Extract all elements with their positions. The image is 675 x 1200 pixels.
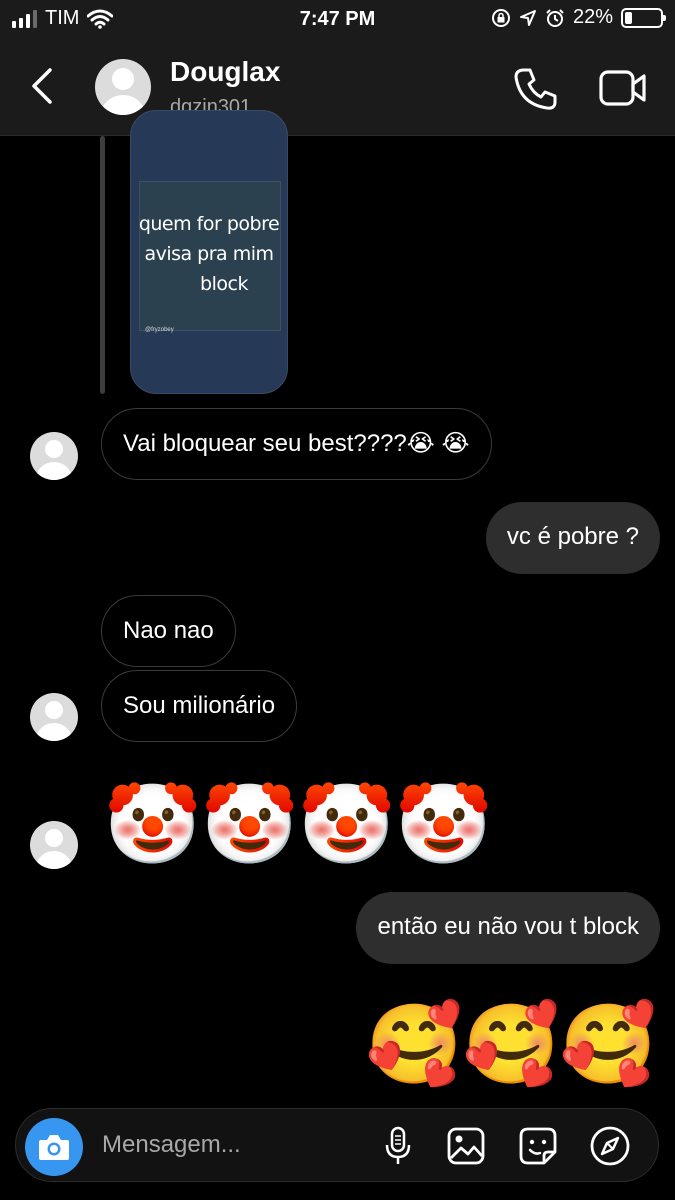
story-text: quem for pobre avisa pra mim block	[131, 209, 287, 299]
alarm-icon	[546, 8, 564, 27]
incoming-message[interactable]: Nao nao	[101, 595, 236, 667]
chevron-left-icon[interactable]	[28, 66, 58, 106]
camera-button[interactable]	[25, 1118, 83, 1176]
contact-name[interactable]: Douglax	[170, 56, 280, 88]
sticker-icon	[519, 1127, 557, 1165]
incoming-message[interactable]: Sou milionário	[101, 670, 298, 742]
incoming-message[interactable]: Vai bloquear seu best????😭 😭	[101, 408, 492, 480]
avatar[interactable]	[30, 693, 78, 741]
sticker-button[interactable]	[516, 1125, 560, 1167]
avatar[interactable]	[30, 432, 78, 480]
explore-button[interactable]	[588, 1125, 632, 1167]
location-icon	[519, 9, 536, 26]
gallery-button[interactable]	[444, 1125, 488, 1167]
battery-fill	[625, 11, 632, 24]
message-composer: Mensagem...	[15, 1108, 659, 1182]
outgoing-message[interactable]: vc é pobre ?	[485, 502, 660, 574]
microphone-icon	[385, 1126, 411, 1164]
microphone-button[interactable]	[376, 1125, 420, 1167]
outgoing-emoji-message[interactable]: 🥰🥰🥰	[366, 998, 657, 1090]
status-right: 22%	[491, 6, 666, 29]
video-camera-icon[interactable]	[598, 68, 648, 108]
battery-percent: 22%	[572, 6, 613, 28]
camera-icon	[39, 1135, 69, 1160]
story-handle: @fryzobey	[145, 327, 174, 333]
shared-story-preview[interactable]: quem for pobre avisa pra mim block @fryz…	[130, 110, 288, 394]
compass-icon	[590, 1126, 630, 1166]
screen-lock-icon	[491, 8, 510, 27]
status-bar: TIM 7:47 PM 22%	[0, 0, 675, 40]
incoming-emoji-message[interactable]: 🤡🤡🤡🤡	[104, 778, 492, 870]
battery-icon	[621, 7, 666, 28]
story-text-line: block	[200, 273, 248, 295]
avatar[interactable]	[30, 821, 78, 869]
chat-header: Douglax dgzin301	[0, 40, 675, 136]
story-text-line: quem for pobre	[138, 213, 280, 235]
reply-indicator-line	[100, 136, 105, 394]
message-input[interactable]: Mensagem...	[102, 1131, 241, 1159]
outgoing-message[interactable]: então eu não vou t block	[356, 892, 660, 964]
phone-icon[interactable]	[512, 66, 558, 112]
image-icon	[447, 1127, 485, 1165]
avatar[interactable]	[95, 59, 151, 115]
story-text-line: avisa pra mim	[144, 243, 274, 265]
